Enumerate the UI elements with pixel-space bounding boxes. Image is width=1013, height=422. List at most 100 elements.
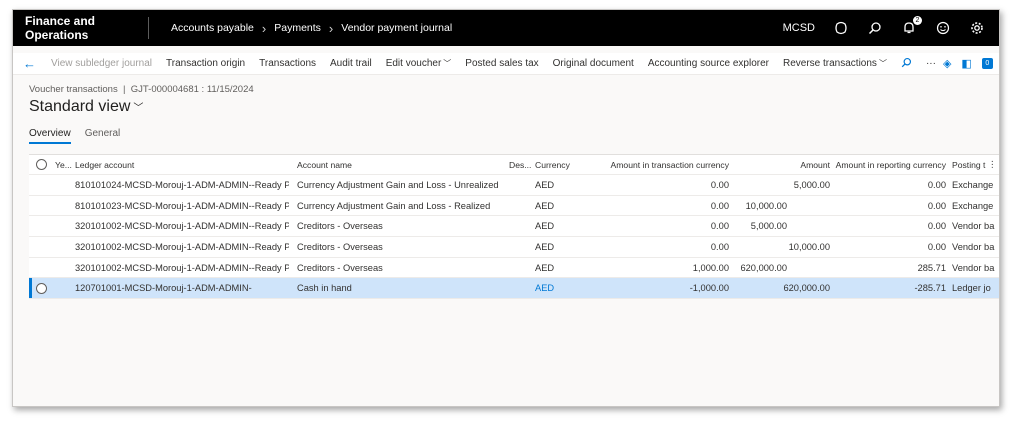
select-all-radio[interactable] (36, 159, 47, 170)
settings-gear-icon[interactable] (969, 20, 985, 36)
cell-posting[interactable]: Vendor ba (952, 258, 999, 278)
column-header-posting-type[interactable]: Posting t ⋮ (952, 155, 999, 174)
transaction-origin-button[interactable]: Transaction origin (159, 58, 252, 69)
posting-type-label: Posting t (952, 159, 986, 170)
cell-amount-rep[interactable]: 285.71 (830, 258, 946, 278)
chevron-down-icon: ﹀ (133, 103, 144, 114)
action-search-icon[interactable] (894, 57, 919, 71)
back-arrow-icon[interactable]: ← (13, 56, 44, 71)
cell-credit[interactable]: 620,000.00 (729, 278, 830, 298)
cell-currency[interactable]: AED (535, 278, 585, 298)
cell-ledger-account[interactable]: 810101024-MCSD-Morouj-1-ADM-ADMIN--Ready… (75, 175, 289, 195)
cell-currency[interactable]: AED (535, 258, 585, 278)
cell-account-name[interactable]: Creditors - Overseas (297, 258, 507, 278)
chevron-down-icon: ﹀ (878, 59, 887, 68)
reverse-transactions-menu[interactable]: Reverse transactions ﹀ (776, 58, 894, 69)
select-all-checkbox[interactable] (36, 155, 47, 174)
cell-ledger-account[interactable]: 320101002-MCSD-Morouj-1-ADM-ADMIN--Ready… (75, 237, 289, 257)
transactions-grid: Ye... Ledger account Account name Des...… (29, 154, 999, 300)
table-row[interactable]: 810101024-MCSD-Morouj-1-ADM-ADMIN--Ready… (29, 175, 999, 196)
cell-account-name[interactable]: Creditors - Overseas (297, 216, 507, 236)
posted-sales-tax-button[interactable]: Posted sales tax (458, 58, 545, 69)
page-breadcrumb: Voucher transactions | GJT-000004681 : 1… (29, 84, 254, 95)
company-picker[interactable]: MCSD (783, 22, 815, 34)
cell-posting[interactable]: Exchange (952, 196, 999, 216)
row-select-cell[interactable] (36, 278, 47, 298)
table-row[interactable]: 120701001-MCSD-Morouj-1-ADM-ADMIN- Cash i… (29, 278, 999, 300)
breadcrumb-vendor-payment-journal[interactable]: Vendor payment journal (341, 22, 452, 34)
cell-ledger-account[interactable]: 320101002-MCSD-Morouj-1-ADM-ADMIN--Ready… (75, 258, 289, 278)
column-header-amount-reporting[interactable]: Amount in reporting currency (830, 155, 946, 174)
attachments-icon[interactable]: 0 (981, 58, 993, 69)
tab-general[interactable]: General (85, 128, 121, 144)
cell-account-name[interactable]: Cash in hand (297, 278, 507, 298)
cell-amount-rep[interactable]: 0.00 (830, 175, 946, 195)
column-header-description[interactable]: Des... (509, 155, 534, 174)
cell-amount-rep[interactable]: 0.00 (830, 237, 946, 257)
cell-credit[interactable] (729, 216, 830, 236)
column-header-currency[interactable]: Currency (535, 155, 585, 174)
original-document-button[interactable]: Original document (546, 58, 641, 69)
transactions-button[interactable]: Transactions (252, 58, 323, 69)
cell-posting[interactable]: Vendor ba (952, 237, 999, 257)
cell-ledger-account[interactable]: 120701001-MCSD-Morouj-1-ADM-ADMIN- (75, 278, 289, 298)
more-vertical-icon[interactable]: ⋮ (988, 159, 997, 170)
top-nav-bar: Finance and Operations Accounts payable … (13, 10, 999, 46)
column-header-ledger-account[interactable]: Ledger account (75, 155, 275, 174)
cell-credit[interactable]: 10,000.00 (729, 237, 830, 257)
view-subledger-journal-button[interactable]: View subledger journal (44, 58, 159, 69)
cell-currency[interactable]: AED (535, 196, 585, 216)
cell-credit[interactable]: 5,000.00 (729, 175, 830, 195)
cell-credit[interactable] (729, 258, 830, 278)
cell-posting[interactable]: Vendor ba (952, 216, 999, 236)
table-row[interactable]: 320101002-MCSD-Morouj-1-ADM-ADMIN--Ready… (29, 258, 999, 279)
column-header-amount-transaction[interactable]: Amount in transaction currency (589, 155, 729, 174)
breadcrumb-payments[interactable]: Payments (274, 22, 321, 34)
cell-account-name[interactable]: Creditors - Overseas (297, 237, 507, 257)
table-row[interactable]: 810101023-MCSD-Morouj-1-ADM-ADMIN--Ready… (29, 196, 999, 217)
cell-currency[interactable]: AED (535, 237, 585, 257)
divider (148, 17, 149, 39)
table-row[interactable]: 320101002-MCSD-Morouj-1-ADM-ADMIN--Ready… (29, 237, 999, 258)
audit-trail-button[interactable]: Audit trail (323, 58, 379, 69)
cell-account-name[interactable]: Currency Adjustment Gain and Loss - Real… (297, 196, 507, 216)
form-caption: Voucher transactions (29, 84, 118, 95)
cell-amount-rep[interactable]: 0.00 (830, 196, 946, 216)
cell-account-name[interactable]: Currency Adjustment Gain and Loss - Unre… (297, 175, 507, 195)
notification-count: 2 (913, 16, 922, 25)
search-icon[interactable] (867, 20, 883, 36)
cell-posting[interactable]: Exchange (952, 175, 999, 195)
column-header-year[interactable]: Ye... (55, 155, 75, 174)
cell-currency[interactable]: AED (535, 216, 585, 236)
tab-overview[interactable]: Overview (29, 128, 71, 144)
cell-amount-rep[interactable]: -285.71 (830, 278, 946, 298)
notification-bell-icon[interactable]: 2 (901, 16, 922, 36)
top-right-tools: MCSD 2 (783, 16, 999, 36)
power-apps-icon[interactable]: ◈ (943, 57, 951, 70)
view-selector[interactable]: Standard view ﹀ (29, 98, 143, 116)
cell-ledger-account[interactable]: 810101023-MCSD-Morouj-1-ADM-ADMIN--Ready… (75, 196, 289, 216)
grid-body: 810101024-MCSD-Morouj-1-ADM-ADMIN--Ready… (29, 175, 999, 300)
action-pane: ← View subledger journal Transaction ori… (13, 53, 999, 75)
feedback-smiley-icon[interactable] (935, 20, 951, 36)
office-icon[interactable]: ◧ (961, 57, 971, 70)
cell-posting[interactable]: Ledger jo (952, 278, 999, 298)
chevron-right-icon: › (261, 20, 267, 36)
copilot-icon[interactable] (833, 20, 849, 36)
table-row[interactable]: 320101002-MCSD-Morouj-1-ADM-ADMIN--Ready… (29, 216, 999, 238)
column-header-account-name[interactable]: Account name (297, 155, 497, 174)
page-title: Standard view (29, 98, 131, 115)
cell-amount-rep[interactable]: 0.00 (830, 216, 946, 236)
action-pane-tools: ◈ ◧ 0 ↻ (943, 57, 999, 70)
more-options-icon[interactable]: ··· (919, 58, 943, 69)
row-select-radio[interactable] (36, 282, 47, 294)
breadcrumb-accounts-payable[interactable]: Accounts payable (171, 22, 254, 34)
cell-credit[interactable] (729, 196, 830, 216)
column-header-amount[interactable]: Amount (729, 155, 830, 174)
cell-ledger-account[interactable]: 320101002-MCSD-Morouj-1-ADM-ADMIN--Ready… (75, 216, 289, 236)
grid-header-row: Ye... Ledger account Account name Des...… (29, 155, 999, 175)
edit-voucher-menu[interactable]: Edit voucher ﹀ (379, 58, 459, 69)
cell-currency[interactable]: AED (535, 175, 585, 195)
app-name[interactable]: Finance and Operations (13, 14, 148, 42)
accounting-source-explorer-button[interactable]: Accounting source explorer (641, 58, 776, 69)
